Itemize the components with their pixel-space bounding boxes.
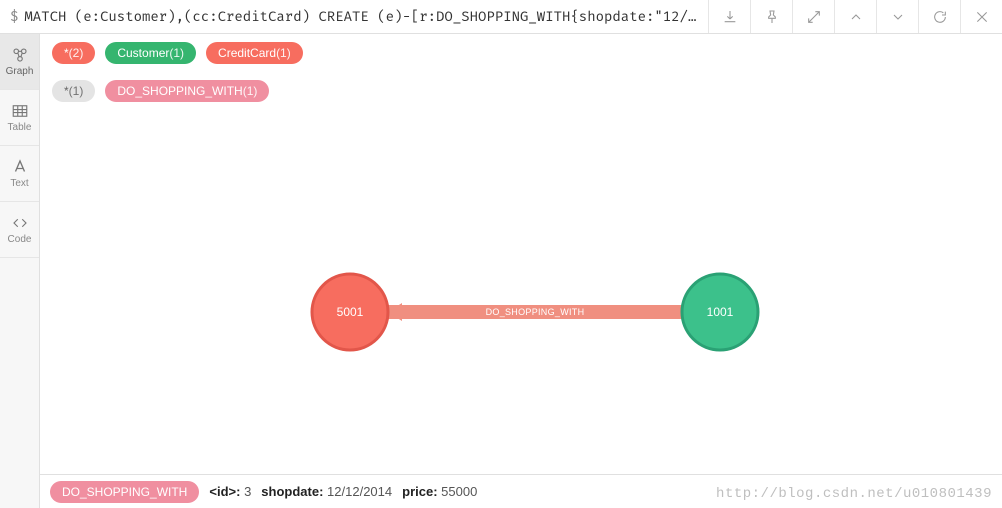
selection-type-pill[interactable]: DO_SHOPPING_WITH bbox=[50, 481, 199, 503]
chevron-up-icon[interactable] bbox=[834, 0, 876, 33]
graph-node-label: 5001 bbox=[337, 305, 364, 319]
selection-prop: <id>: 3 bbox=[209, 484, 251, 499]
inspector-bar: DO_SHOPPING_WITH <id>: 3 shopdate: 12/12… bbox=[40, 474, 1002, 508]
expand-icon[interactable] bbox=[792, 0, 834, 33]
legend-label-creditcard[interactable]: CreditCard (1) bbox=[206, 42, 303, 64]
graph-svg: DO_SHOPPING_WITH 1001 5001 bbox=[40, 107, 1002, 474]
legend-all-nodes[interactable]: * (2) bbox=[52, 42, 95, 64]
pin-icon[interactable] bbox=[750, 0, 792, 33]
query-text[interactable]: MATCH (e:Customer),(cc:CreditCard) CREAT… bbox=[24, 8, 708, 25]
chevron-down-icon[interactable] bbox=[876, 0, 918, 33]
side-tab-label: Graph bbox=[6, 67, 34, 77]
legend-label: Customer bbox=[117, 46, 169, 60]
legend: * (2) Customer (1) CreditCard (1) * (1) … bbox=[40, 34, 1002, 106]
side-tab-label: Table bbox=[8, 123, 32, 133]
table-icon bbox=[11, 102, 29, 120]
sidebar: Graph Table Text Code bbox=[0, 34, 40, 508]
legend-count: (1) bbox=[243, 84, 258, 98]
legend-rel-do-shopping-with[interactable]: DO_SHOPPING_WITH (1) bbox=[105, 80, 269, 102]
side-tab-label: Text bbox=[10, 179, 28, 189]
legend-count: (1) bbox=[69, 84, 84, 98]
selection-prop-value: 12/12/2014 bbox=[327, 484, 392, 499]
rerun-icon[interactable] bbox=[918, 0, 960, 33]
side-tab-table[interactable]: Table bbox=[0, 90, 39, 146]
legend-label: CreditCard bbox=[218, 46, 276, 60]
side-tab-label: Code bbox=[8, 235, 32, 245]
legend-label: DO_SHOPPING_WITH bbox=[117, 84, 242, 98]
legend-count: (1) bbox=[169, 46, 184, 60]
side-tab-text[interactable]: Text bbox=[0, 146, 39, 202]
text-icon bbox=[11, 158, 29, 176]
side-tab-graph[interactable]: Graph bbox=[0, 34, 39, 90]
selection-prop-key: <id>: bbox=[209, 484, 240, 499]
side-tab-code[interactable]: Code bbox=[0, 202, 39, 258]
top-actions bbox=[708, 0, 1002, 33]
legend-count: (1) bbox=[276, 46, 291, 60]
selection-prop-key: price: bbox=[402, 484, 437, 499]
selection-prop: price: 55000 bbox=[402, 484, 477, 499]
topbar: $ MATCH (e:Customer),(cc:CreditCard) CRE… bbox=[0, 0, 1002, 34]
main-pane: * (2) Customer (1) CreditCard (1) * (1) … bbox=[40, 34, 1002, 508]
code-icon bbox=[11, 214, 29, 232]
selection-prop-value: 3 bbox=[244, 484, 251, 499]
legend-count: (2) bbox=[69, 46, 84, 60]
graph-node-label: 1001 bbox=[707, 305, 734, 319]
query-prompt: $ bbox=[0, 8, 24, 25]
selection-prop-value: 55000 bbox=[441, 484, 477, 499]
legend-label-customer[interactable]: Customer (1) bbox=[105, 42, 196, 64]
selection-prop: shopdate: 12/12/2014 bbox=[261, 484, 392, 499]
close-icon[interactable] bbox=[960, 0, 1002, 33]
download-icon[interactable] bbox=[708, 0, 750, 33]
graph-icon bbox=[11, 46, 29, 64]
selection-type-label: DO_SHOPPING_WITH bbox=[62, 485, 187, 499]
graph-canvas[interactable]: DO_SHOPPING_WITH 1001 5001 bbox=[40, 106, 1002, 474]
app-body: Graph Table Text Code * bbox=[0, 34, 1002, 508]
graph-edge-label: DO_SHOPPING_WITH bbox=[486, 307, 585, 317]
legend-all-rels[interactable]: * (1) bbox=[52, 80, 95, 102]
selection-prop-key: shopdate: bbox=[261, 484, 323, 499]
